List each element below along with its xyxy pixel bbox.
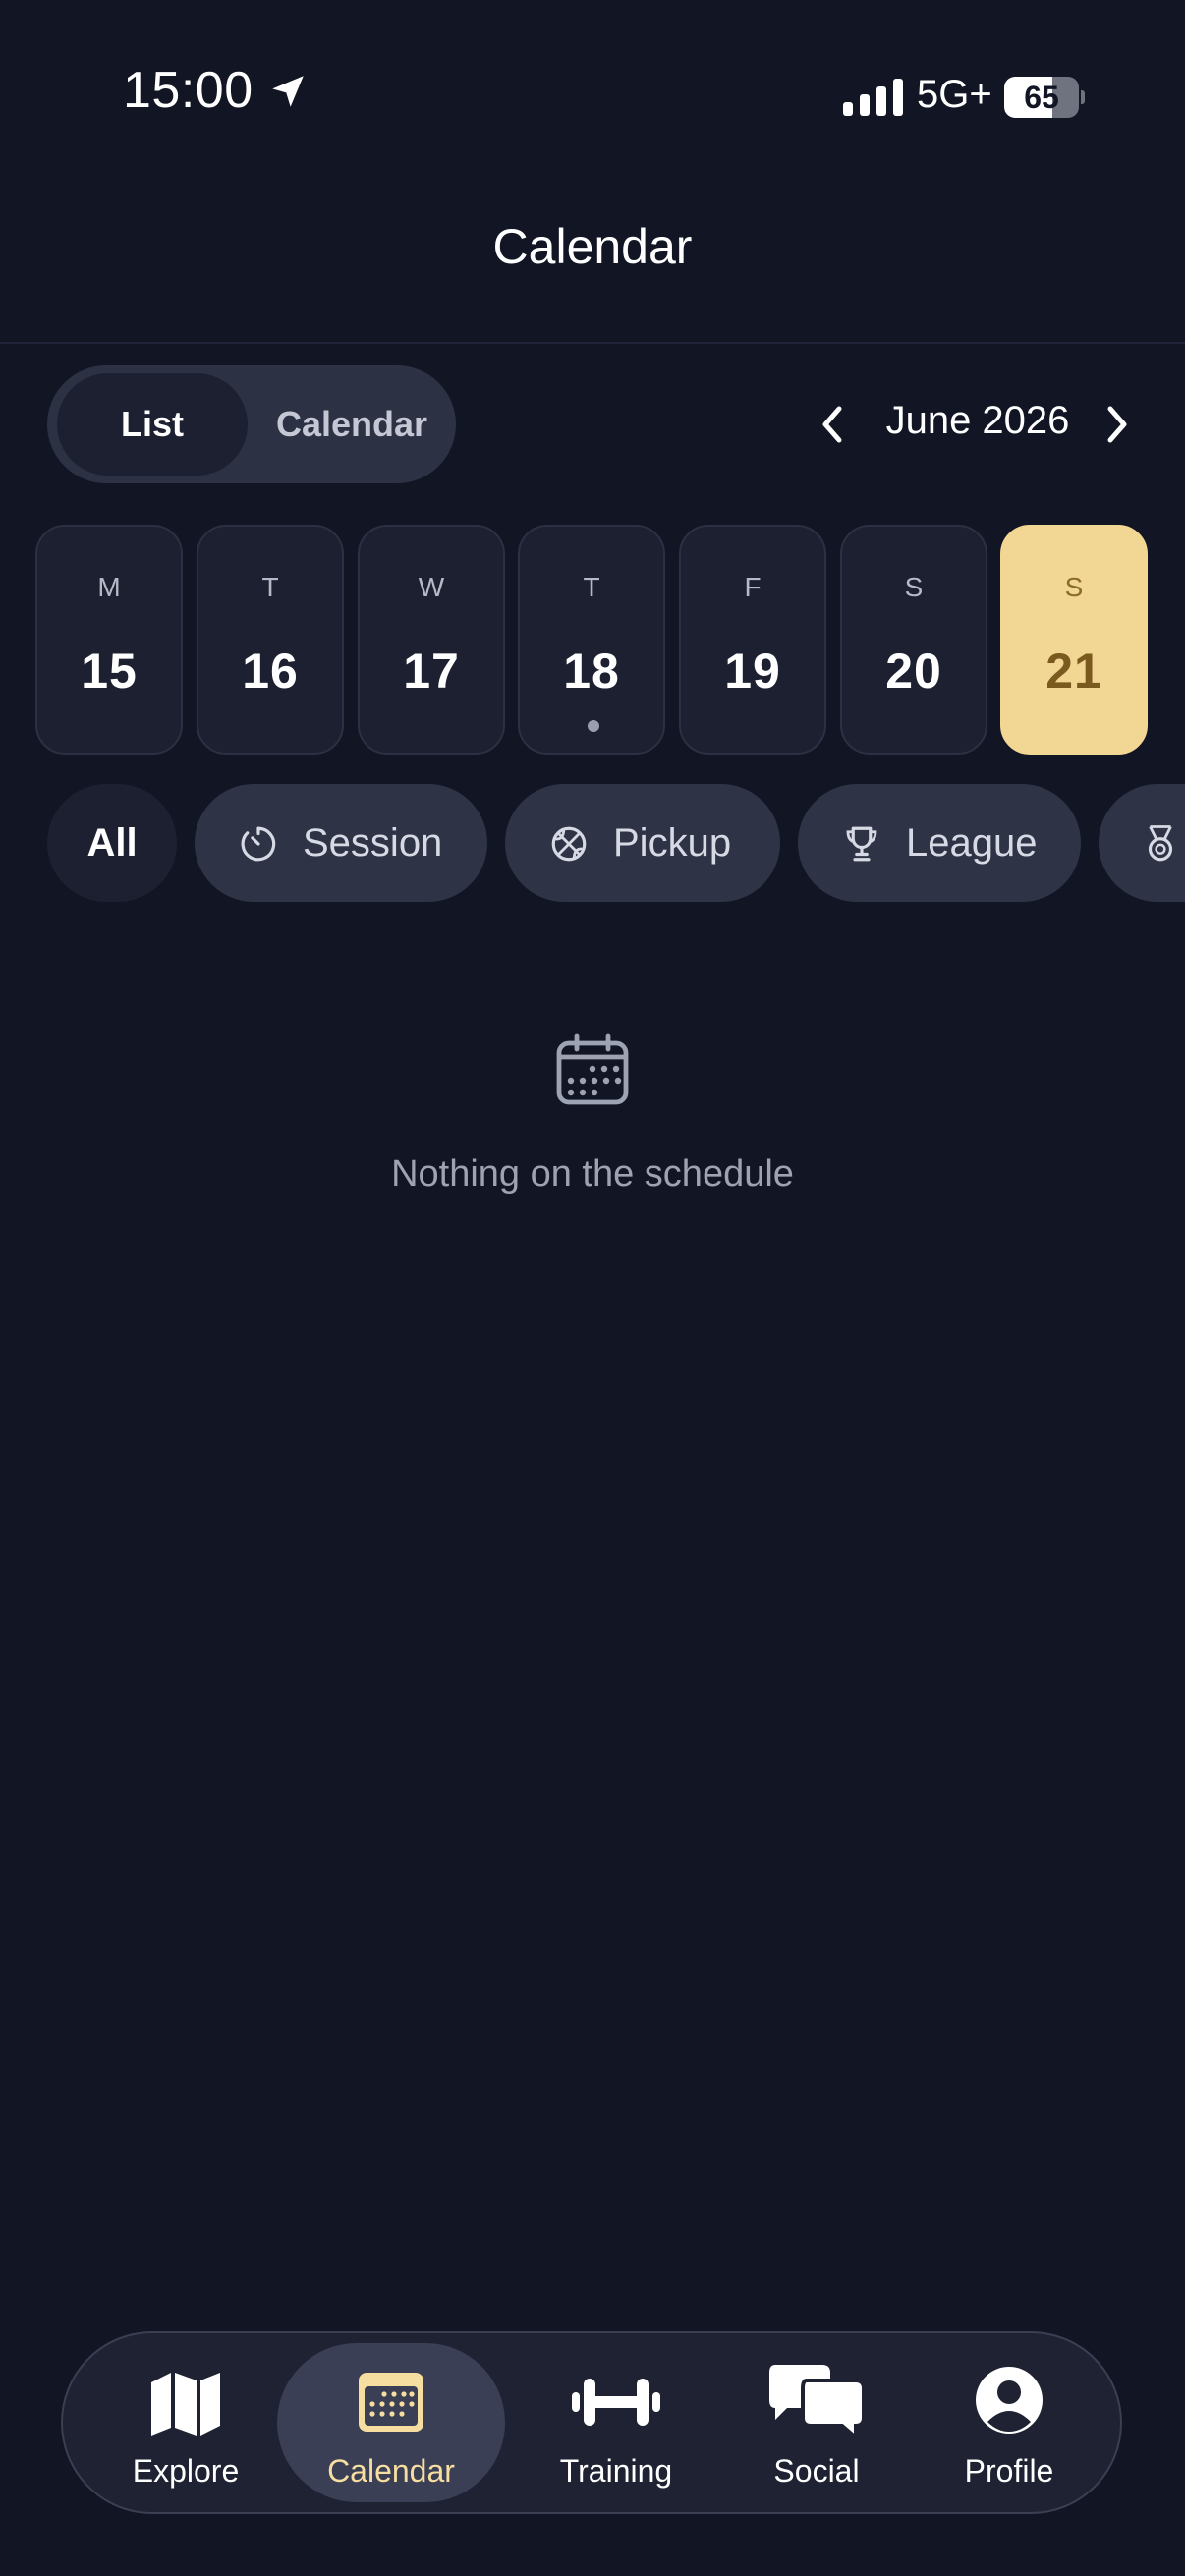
day-cell[interactable]: T 18 xyxy=(518,525,665,755)
header-divider xyxy=(0,342,1185,344)
tab-label: Explore xyxy=(132,2453,240,2489)
timer-icon xyxy=(241,826,276,862)
day-number: 15 xyxy=(81,644,138,699)
trophy-icon xyxy=(846,826,877,862)
day-of-week: W xyxy=(418,572,445,602)
basketball-icon xyxy=(551,826,587,862)
chevron-right-icon[interactable] xyxy=(1099,403,1134,446)
tab-calendar[interactable]: Calendar xyxy=(277,2333,505,2512)
network-type: 5G+ xyxy=(917,73,992,116)
day-number: 19 xyxy=(724,644,781,699)
tab-label: Social xyxy=(773,2453,860,2489)
day-of-week: T xyxy=(583,572,600,602)
day-cell[interactable]: F 19 xyxy=(679,525,826,755)
day-of-week: M xyxy=(97,572,121,602)
tab-training[interactable]: Training xyxy=(515,2333,717,2512)
tab-label: Profile xyxy=(964,2453,1054,2489)
empty-state-text: Nothing on the schedule xyxy=(391,1153,794,1195)
chat-bubbles-icon xyxy=(769,2365,866,2439)
filter-label: All xyxy=(86,821,138,865)
day-cell[interactable]: S 20 xyxy=(840,525,988,755)
day-of-week: T xyxy=(261,572,279,602)
day-number: 16 xyxy=(242,644,299,699)
month-label: June 2026 xyxy=(885,399,1070,442)
chevron-left-icon[interactable] xyxy=(816,403,851,446)
tab-label: Calendar xyxy=(327,2453,455,2489)
filter-league-chip[interactable]: League xyxy=(798,784,1081,902)
filter-label: Pickup xyxy=(613,821,732,865)
day-number: 17 xyxy=(403,644,460,699)
day-of-week: S xyxy=(904,572,924,602)
view-toggle: List Calendar xyxy=(47,365,456,483)
calendar-icon xyxy=(556,1033,629,1105)
event-indicator-dot xyxy=(588,720,599,732)
day-number: 21 xyxy=(1045,644,1102,699)
status-time: 15:00 xyxy=(123,62,254,119)
page-title: Calendar xyxy=(492,219,693,274)
filter-pickup-chip[interactable]: Pickup xyxy=(505,784,780,902)
person-circle-icon xyxy=(976,2367,1043,2434)
calendar-icon xyxy=(359,2373,423,2432)
battery-level: 65 xyxy=(1024,80,1059,115)
map-icon xyxy=(151,2373,220,2436)
filter-label: Session xyxy=(303,821,443,865)
day-of-week: F xyxy=(744,572,762,602)
day-cell[interactable]: T 16 xyxy=(197,525,344,755)
medal-icon xyxy=(1148,825,1173,862)
day-of-week: S xyxy=(1064,572,1084,602)
filter-label: League xyxy=(906,821,1038,865)
tab-label: Training xyxy=(559,2453,673,2489)
day-cell-selected[interactable]: S 21 xyxy=(1000,525,1148,755)
filter-medal-chip[interactable] xyxy=(1099,784,1185,902)
day-cell[interactable]: W 17 xyxy=(358,525,505,755)
dumbbell-icon xyxy=(572,2379,660,2426)
battery-icon: 65 xyxy=(1004,77,1085,118)
filter-all-chip[interactable]: All xyxy=(47,784,177,902)
toggle-list-button[interactable]: List xyxy=(57,373,248,476)
tab-social[interactable]: Social xyxy=(715,2333,918,2512)
cellular-signal-icon xyxy=(843,79,903,116)
location-arrow-icon xyxy=(272,76,304,107)
toggle-calendar-button[interactable]: Calendar xyxy=(254,373,450,476)
day-cell[interactable]: M 15 xyxy=(35,525,183,755)
day-number: 18 xyxy=(563,644,620,699)
tab-profile[interactable]: Profile xyxy=(918,2333,1100,2512)
tab-explore[interactable]: Explore xyxy=(85,2333,287,2512)
tab-bar: Explore Calendar Training Social Profile xyxy=(61,2331,1122,2514)
filter-session-chip[interactable]: Session xyxy=(195,784,487,902)
day-number: 20 xyxy=(885,644,942,699)
